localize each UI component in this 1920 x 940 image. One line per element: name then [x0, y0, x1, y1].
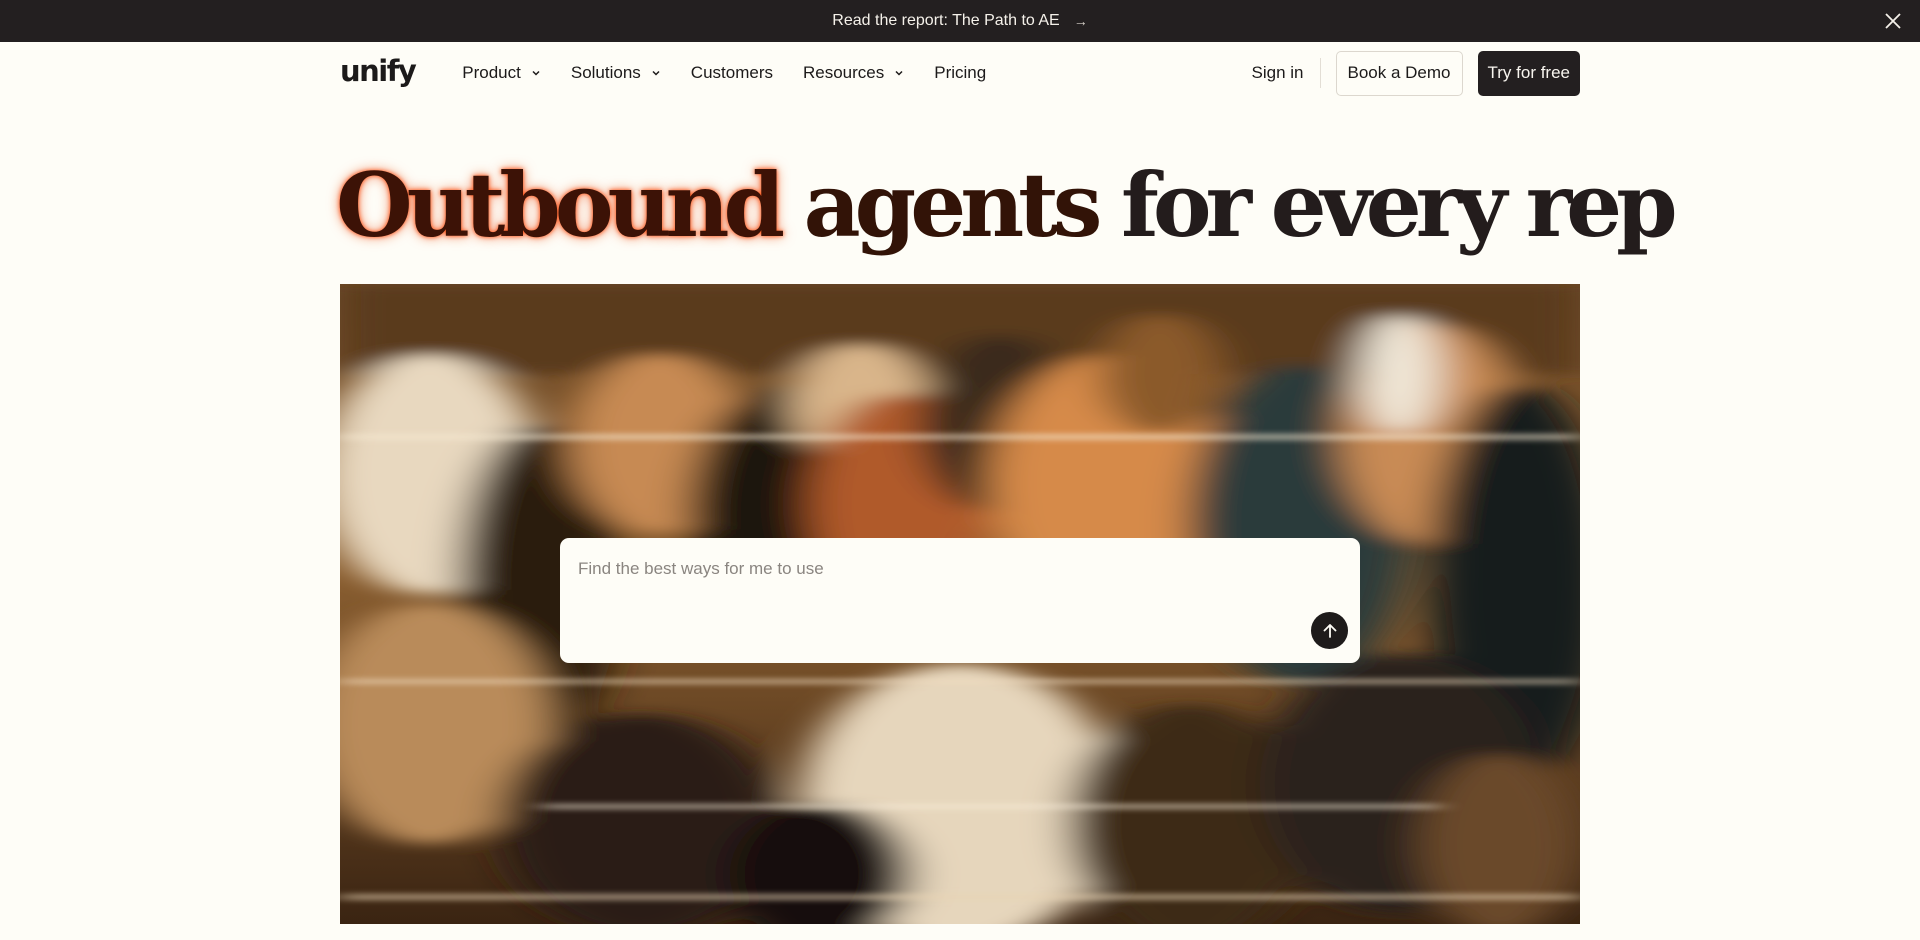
try-for-free-button[interactable]: Try for free: [1477, 50, 1580, 96]
nav-label: Customers: [690, 63, 773, 82]
close-icon[interactable]: [1878, 6, 1908, 36]
sign-in-link[interactable]: Sign in: [1252, 63, 1304, 83]
nav-item-pricing[interactable]: Pricing: [934, 63, 986, 83]
hero-word-outbound: Outbound: [336, 153, 785, 257]
chevron-down-icon: [895, 70, 903, 76]
hero-heading: Outbound agents for every rep: [336, 140, 1678, 270]
announcement-bar: Read the report: The Path to AE →: [0, 0, 1920, 42]
nav-label: Resources: [802, 63, 885, 82]
nav-item-resources[interactable]: Resources: [803, 63, 904, 83]
nav-item-product[interactable]: Product: [462, 63, 541, 83]
hero-word-agents: agents: [803, 153, 1103, 257]
nav-label: Pricing: [934, 63, 987, 82]
send-button[interactable]: [1311, 612, 1348, 649]
logo[interactable]: unify: [340, 54, 417, 88]
header-actions: Sign in Book a Demo Try for free: [1252, 50, 1580, 96]
site-header: unify Product Solutions Customers Resour…: [340, 42, 1580, 104]
prompt-box: [560, 538, 1360, 663]
announcement-link[interactable]: Read the report: The Path to AE →: [832, 12, 1087, 30]
arrow-up-icon: [1323, 623, 1336, 638]
announcement-text: Read the report: The Path to AE: [832, 12, 1060, 29]
nav-item-solutions[interactable]: Solutions: [571, 63, 661, 83]
arrow-right-icon: →: [1073, 13, 1088, 29]
chevron-down-icon: [652, 70, 660, 76]
prompt-input[interactable]: [578, 556, 1318, 582]
chevron-down-icon: [532, 70, 540, 76]
main-nav: Product Solutions Customers Resources Pr…: [462, 63, 1016, 83]
book-demo-button[interactable]: Book a Demo: [1335, 50, 1463, 96]
nav-label: Product: [462, 63, 521, 82]
divider: [1319, 58, 1321, 88]
nav-item-customers[interactable]: Customers: [691, 63, 773, 83]
nav-label: Solutions: [570, 63, 641, 82]
hero-rest: for every rep: [1121, 153, 1678, 257]
